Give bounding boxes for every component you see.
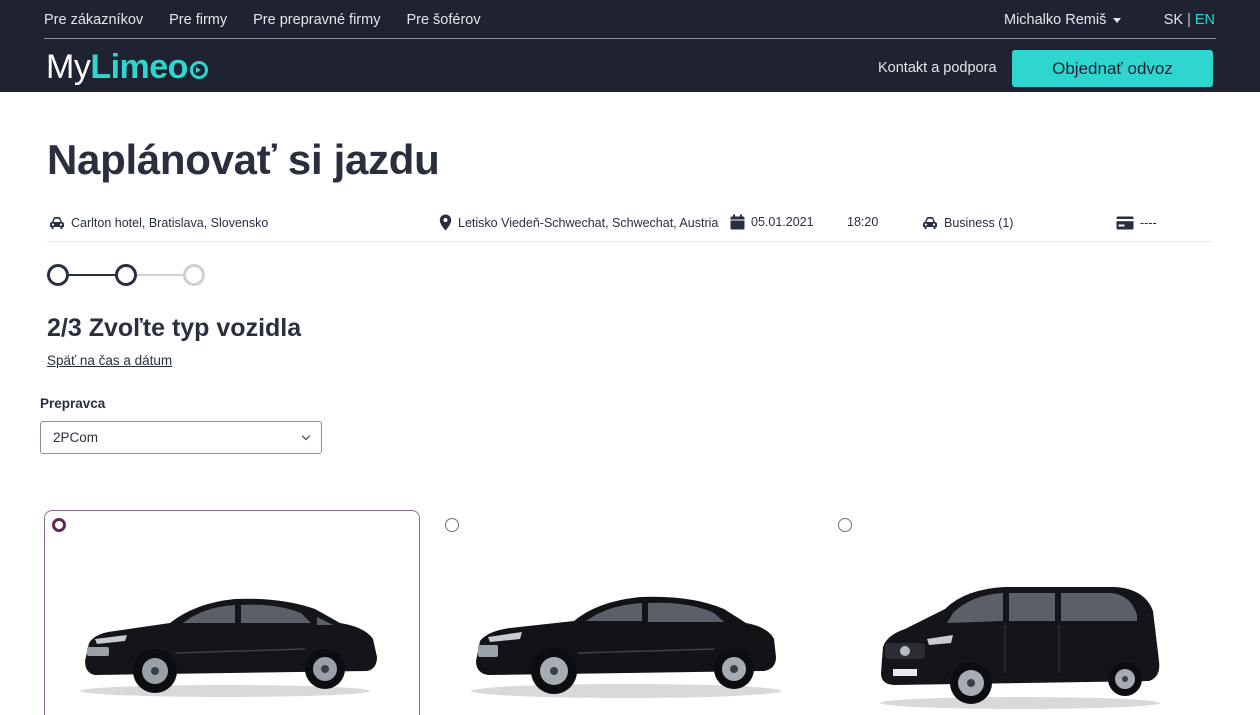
back-to-datetime-link[interactable]: Späť na čas a dátum [47, 353, 172, 369]
nav-link-drivers[interactable]: Pre šoférov [406, 12, 480, 28]
trip-summary: Carlton hotel, Bratislava, Slovensko Let… [47, 212, 1212, 242]
carrier-select[interactable]: 2PCom [40, 421, 322, 454]
summary-payment-text: ---- [1140, 216, 1157, 230]
carrier-label: Prepravca [40, 396, 106, 411]
carrier-selected-value: 2PCom [53, 430, 99, 445]
nav-link-companies[interactable]: Pre firmy [169, 12, 227, 28]
brand-logo[interactable]: My Limeo [46, 48, 208, 86]
van-car-image [880, 587, 1160, 709]
vehicle-card-sedan[interactable] [44, 510, 420, 715]
lang-separator: | [1187, 12, 1191, 28]
summary-time: 18:20 [847, 215, 878, 229]
lang-en[interactable]: EN [1195, 12, 1215, 28]
step-indicator-2 [115, 264, 137, 286]
map-pin-icon [439, 214, 452, 231]
summary-destination: Letisko Viedeň-Schwechat, Schwechat, Aus… [439, 214, 718, 231]
car-icon [50, 217, 64, 229]
logo-text-limeo: Limeo [90, 48, 188, 86]
limousine-car-image [471, 596, 781, 698]
summary-vehicle-class-text: Business (1) [944, 216, 1014, 230]
user-name: Michalko Remiš [1004, 12, 1107, 28]
summary-payment: ---- [1116, 216, 1157, 230]
progress-stepper [47, 263, 207, 287]
order-ride-button[interactable]: Objednať odvoz [1012, 50, 1213, 87]
caret-down-icon [1113, 17, 1122, 23]
summary-vehicle-class: Business (1) [922, 216, 1013, 230]
vehicle-radio-limousine[interactable] [445, 518, 459, 532]
vehicle-radio-van[interactable] [838, 518, 852, 532]
step-indicator-1 [47, 264, 69, 286]
user-menu[interactable]: Michalko Remiš [1004, 12, 1122, 28]
logo-text-my: My [46, 48, 91, 86]
summary-time-text: 18:20 [847, 215, 879, 229]
header-divider [44, 38, 1216, 39]
top-nav: Pre zákazníkov Pre firmy Pre prepravné f… [44, 12, 507, 28]
credit-card-icon [1116, 216, 1134, 230]
step-heading: 2/3 Zvoľte typ vozidla [47, 314, 302, 342]
summary-pickup-text: Carlton hotel, Bratislava, Slovensko [71, 216, 269, 230]
page-title: Naplánovať si jazdu [47, 136, 440, 183]
top-header: Pre zákazníkov Pre firmy Pre prepravné f… [0, 0, 1260, 92]
lang-sk[interactable]: SK [1164, 12, 1183, 28]
step-indicator-3 [183, 264, 205, 286]
summary-destination-text: Letisko Viedeň-Schwechat, Schwechat, Aus… [458, 215, 719, 230]
step-connector-1 [69, 274, 115, 276]
summary-date-text: 05.01.2021 [751, 215, 814, 229]
language-switcher: SK | EN [1164, 12, 1215, 28]
support-link[interactable]: Kontakt a podpora [878, 60, 997, 76]
car-icon [923, 217, 937, 229]
step-connector-2 [137, 274, 183, 276]
logo-play-icon [189, 61, 208, 79]
summary-pickup: Carlton hotel, Bratislava, Slovensko [49, 216, 268, 230]
nav-link-customers[interactable]: Pre zákazníkov [44, 12, 143, 28]
chevron-down-icon [301, 431, 311, 441]
sedan-car-image [80, 598, 377, 697]
nav-link-transport-companies[interactable]: Pre prepravné firmy [253, 12, 380, 28]
vehicle-card-van[interactable] [830, 510, 1206, 715]
vehicle-radio-sedan[interactable] [52, 518, 66, 532]
calendar-icon [730, 214, 745, 230]
vehicle-card-limousine[interactable] [437, 510, 813, 715]
summary-date: 05.01.2021 [730, 214, 814, 230]
